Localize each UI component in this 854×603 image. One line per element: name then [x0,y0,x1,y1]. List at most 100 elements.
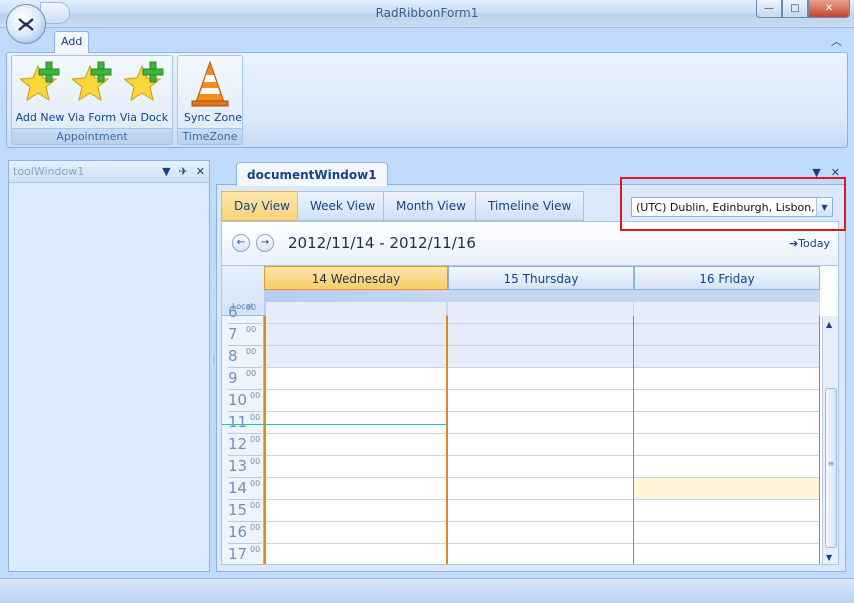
time-slot[interactable] [266,522,446,544]
time-slot[interactable] [266,302,446,324]
time-slot[interactable] [266,544,446,564]
time-slot[interactable] [448,324,633,346]
hour-label: 7 00 [228,324,262,346]
hour-label: 12 00 [228,434,262,456]
tab-document-window[interactable]: documentWindow1 [236,162,388,186]
hour-label: 8 00 [228,346,262,368]
time-slot[interactable] [634,390,819,412]
day-column[interactable] [634,302,820,564]
next-arrow-icon[interactable]: → [256,234,274,252]
time-slot[interactable] [448,368,633,390]
time-slot[interactable] [266,478,446,500]
add-new-label: Add New [15,111,65,124]
day-column[interactable] [448,302,634,564]
day-header[interactable]: 14 Wednesday [264,266,448,290]
star-plus-icon [20,61,60,102]
hour-label: 17 00 [228,544,262,564]
via-dock-button[interactable]: Via Dock [118,58,170,124]
previous-arrow-icon[interactable]: ← [232,234,250,252]
time-slot[interactable] [448,412,633,434]
star-plus-icon [72,61,112,102]
app-logo-icon [18,18,34,31]
time-slot[interactable] [634,368,819,390]
time-slot[interactable] [266,390,446,412]
vertical-scrollbar[interactable]: ▲ ≡ ▼ [822,316,838,564]
time-slot[interactable] [634,412,819,434]
day-header[interactable]: 15 Thursday [448,266,634,290]
ribbon: Add ︿ Add New Via Form Via Dock Appointm… [2,28,852,150]
sync-zone-button[interactable]: Sync Zone [184,58,243,124]
via-dock-label: Via Dock [119,111,169,124]
time-slot[interactable] [634,544,819,564]
pin-icon[interactable]: ✈ [179,165,188,178]
time-slot[interactable] [634,478,819,500]
time-ruler: Local 6 00 7 00 8 00 9 00 10 00 11 00 12 00 13 00 14 00 15… [222,266,264,564]
tab-week-view[interactable]: Week View [297,191,389,221]
tab-day-view[interactable]: Day View [221,191,303,221]
close-button[interactable]: ✕ [808,0,850,18]
via-form-label: Via Form [67,111,117,124]
tab-add[interactable]: Add [54,31,90,53]
date-range: 2012/11/14 - 2012/11/16 [288,234,476,252]
scroll-thumb[interactable]: ≡ [825,388,837,548]
tab-timeline-view[interactable]: Timeline View [475,191,585,221]
time-slot[interactable] [266,346,446,368]
time-slot[interactable] [634,324,819,346]
hour-label: 13 00 [228,456,262,478]
time-slot[interactable] [266,456,446,478]
group-timezone-label: TimeZone [178,128,242,144]
time-slot[interactable] [266,500,446,522]
today-label: Today [798,237,830,250]
application-menu-button[interactable] [6,4,46,44]
time-slot[interactable] [448,346,633,368]
group-appointment-label: Appointment [12,128,172,144]
time-slot[interactable] [266,412,446,434]
dropdown-arrow-icon[interactable]: ▼ [162,165,170,178]
today-button[interactable]: ➔Today [789,237,830,250]
time-slot[interactable] [448,478,633,500]
time-slot[interactable] [448,456,633,478]
close-icon[interactable]: ✕ [196,165,205,178]
sync-zone-label: Sync Zone [184,111,243,124]
tool-window-title: toolWindow1 [13,165,85,178]
minimize-button[interactable]: — [756,0,782,18]
time-slot[interactable] [266,368,446,390]
scroll-up-icon[interactable]: ▲ [826,320,832,329]
hour-label: 14 00 [228,478,262,500]
traffic-cone-icon [191,60,229,107]
chevron-up-icon[interactable]: ︿ [831,33,842,49]
current-time-line [222,424,448,425]
day-header[interactable]: 16 Friday [634,266,820,290]
time-slot[interactable] [634,434,819,456]
time-slot[interactable] [448,544,633,564]
tab-month-view[interactable]: Month View [383,191,479,221]
time-slot[interactable] [448,500,633,522]
hour-label: 15 00 [228,500,262,522]
ribbon-body: Add New Via Form Via Dock Appointment Sy… [6,52,848,148]
hour-label: 11 00 [228,412,262,434]
scheduler: Day View Week View Month View Timeline V… [216,184,846,572]
scroll-down-icon[interactable]: ▼ [826,553,832,562]
hour-label: 16 00 [228,522,262,544]
time-slot[interactable] [634,456,819,478]
title-bar: RadRibbonForm1 — □ ✕ [0,0,854,44]
maximize-button[interactable]: □ [782,0,808,18]
time-slot[interactable] [266,324,446,346]
add-new-button[interactable]: Add New [14,58,66,124]
tool-window-header: toolWindow1 ▼ ✈ ✕ [9,161,209,183]
day-column[interactable] [264,302,448,564]
hour-label: 6 00 [228,302,262,324]
time-slot[interactable] [448,434,633,456]
time-slot[interactable] [448,390,633,412]
time-slot[interactable] [634,522,819,544]
day-view-grid: Local 6 00 7 00 8 00 9 00 10 00 11 00 12 00 13 00 14 00 15… [221,265,839,565]
time-slot[interactable] [634,346,819,368]
time-slot[interactable] [634,500,819,522]
ribbon-tabstrip: Add ︿ [2,28,852,53]
time-slot[interactable] [448,302,633,324]
via-form-button[interactable]: Via Form [66,58,118,124]
time-slot[interactable] [634,302,819,324]
time-slot[interactable] [448,522,633,544]
time-slot[interactable] [266,434,446,456]
window-title: RadRibbonForm1 [375,6,479,20]
